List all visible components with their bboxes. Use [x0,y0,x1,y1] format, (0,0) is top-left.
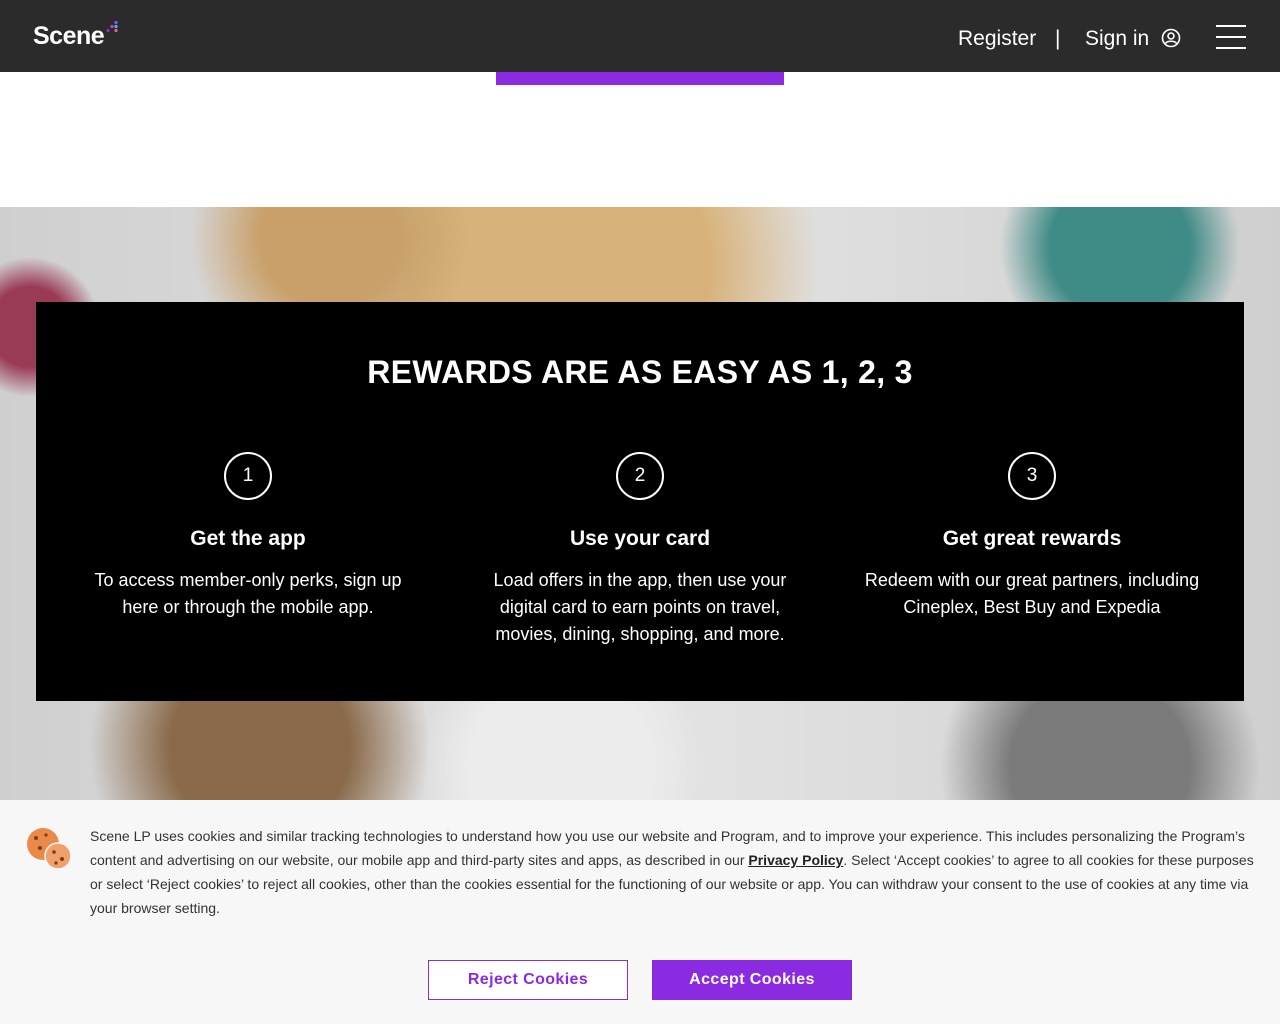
step-number-circle: 3 [1008,452,1056,500]
step-description: Load offers in the app, then use your di… [493,570,787,644]
step-2: 2 Use your card Load offers in the app, … [470,452,810,648]
step-number-circle: 1 [224,452,272,500]
step-number-circle: 2 [616,452,664,500]
register-link[interactable]: Register [958,27,1036,51]
step-1: 1 Get the app To access member-only perk… [78,452,418,621]
cookie-icon [27,828,72,870]
top-nav: Scene Register | Sign in [0,0,1280,72]
logo-dots-icon [106,20,118,33]
privacy-policy-link[interactable]: Privacy Policy [748,852,843,868]
step-title: Get the app [190,527,306,550]
step-3: 3 Get great rewards Redeem with our grea… [862,452,1202,621]
reject-cookies-button[interactable]: Reject Cookies [428,960,628,1000]
purple-cta-bar[interactable] [496,72,784,85]
rewards-title: REWARDS ARE AS EASY AS 1, 2, 3 [367,354,913,390]
step-description: To access member-only perks, sign up her… [94,570,402,617]
step-title: Get great rewards [942,527,1122,550]
hamburger-menu-icon[interactable] [1216,25,1246,49]
signin-link[interactable]: Sign in [1085,27,1149,51]
scene-logo[interactable]: Scene [33,22,105,51]
step-title: Use your card [569,527,711,550]
cookie-banner: Scene LP uses cookies and similar tracki… [0,800,1280,1024]
user-icon[interactable] [1161,28,1181,48]
rewards-steps-card: REWARDS ARE AS EASY AS 1, 2, 3 1 Get the… [36,302,1244,701]
accept-cookies-button[interactable]: Accept Cookies [652,960,852,1000]
nav-separator: | [1055,27,1061,50]
cookie-consent-text: Scene LP uses cookies and similar tracki… [90,824,1258,920]
step-description: Redeem with our great partners, includin… [864,570,1200,617]
